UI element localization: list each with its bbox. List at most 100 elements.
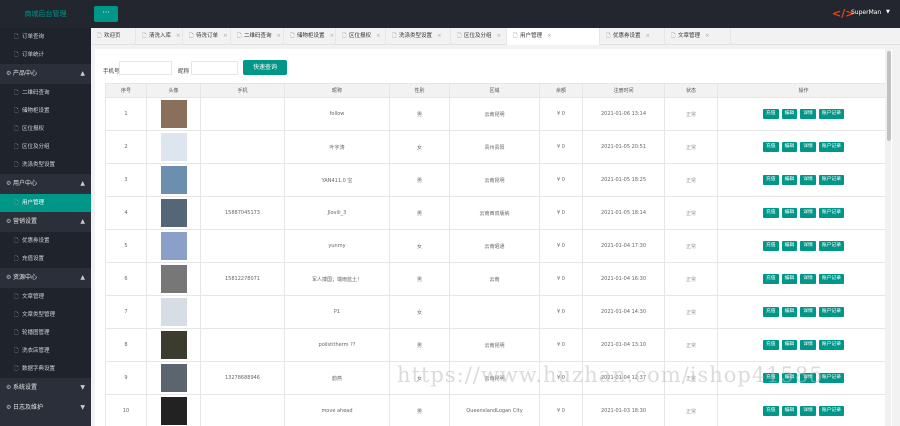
sidebar-group[interactable]: ⚙ 日志及维护 ▼ (0, 398, 91, 418)
account-record-button[interactable]: 账户记录 (818, 340, 845, 350)
sidebar-item[interactable]: 🗋 洗衣店管理 (0, 342, 91, 360)
detail-button[interactable]: 详情 (800, 241, 816, 251)
tab-item[interactable]: 🗋 欢迎页 (91, 28, 136, 45)
detail-button[interactable]: 详情 (800, 142, 816, 152)
sidebar-item[interactable]: 🗋 区位及分组 (0, 138, 91, 156)
tab-item[interactable]: 🗋 清洗入库 × (136, 28, 183, 45)
tab-item[interactable]: 🗋 区位报权 × (336, 28, 386, 45)
edit-button[interactable]: 编辑 (781, 109, 798, 119)
page-icon: 🗋 (671, 33, 676, 39)
recharge-button[interactable]: 充值 (762, 241, 779, 251)
account-record-button[interactable]: 账户记录 (818, 307, 845, 317)
recharge-button[interactable]: 充值 (762, 406, 779, 416)
account-record-button[interactable]: 账户记录 (818, 274, 845, 284)
detail-button[interactable]: 详情 (800, 109, 816, 119)
sidebar-item[interactable]: 🗋 二维码查询 (0, 84, 91, 102)
sidebar-item[interactable]: 🗋 用户管理 (0, 194, 91, 212)
caret-down-icon[interactable]: ▼ (886, 9, 890, 15)
close-icon[interactable]: × (547, 33, 552, 39)
detail-button[interactable]: 详情 (800, 307, 816, 317)
tab-item[interactable]: 🗋 文章管理 × (665, 28, 731, 45)
recharge-button[interactable]: 充值 (762, 307, 779, 317)
search-button[interactable]: 快速查询 (243, 60, 287, 75)
detail-button[interactable]: 详情 (800, 208, 816, 218)
phone-input[interactable] (119, 61, 172, 75)
cell-index: 8 (105, 328, 147, 362)
edit-button[interactable]: 编辑 (781, 406, 798, 416)
sidebar-item[interactable]: 🗋 优惠券设置 (0, 232, 91, 250)
recharge-button[interactable]: 充值 (762, 340, 779, 350)
edit-button[interactable]: 编辑 (781, 241, 798, 251)
close-icon[interactable]: × (330, 33, 335, 39)
sidebar-item[interactable]: 🗋 数据字典设置 (0, 360, 91, 378)
recharge-button[interactable]: 充值 (762, 109, 779, 119)
edit-button[interactable]: 编辑 (781, 274, 798, 284)
sidebar-group-label: 日志及维护 (13, 404, 44, 411)
edit-button[interactable]: 编辑 (781, 175, 798, 185)
account-record-button[interactable]: 账户记录 (818, 142, 845, 152)
tab-item[interactable]: 🗋 待洗订单 × (183, 28, 231, 45)
recharge-button[interactable]: 充值 (762, 142, 779, 152)
sidebar-item[interactable]: 🗋 充值设置 (0, 250, 91, 268)
edit-button[interactable]: 编辑 (781, 340, 798, 350)
close-icon[interactable]: × (705, 33, 710, 39)
close-icon[interactable]: × (176, 33, 181, 39)
recharge-button[interactable]: 充值 (762, 175, 779, 185)
sidebar-item[interactable]: 🗋 文章管理 (0, 288, 91, 306)
sidebar-group[interactable]: ⚙ 产品中心 ▲ (0, 64, 91, 84)
user-menu[interactable]: SuperMan (851, 9, 881, 16)
sidebar-item[interactable]: 🗋 订单查询 (0, 28, 91, 46)
cell-balance: ¥ 0 (539, 262, 583, 296)
tab-item[interactable]: 🗋 储物柜设置 × (284, 28, 336, 45)
scroll-thumb[interactable] (887, 51, 891, 141)
sidebar-item[interactable]: 🗋 轮播图管理 (0, 324, 91, 342)
edit-button[interactable]: 编辑 (781, 208, 798, 218)
account-record-button[interactable]: 账户记录 (818, 109, 845, 119)
file-icon: 🗋 (14, 90, 19, 96)
detail-button[interactable]: 详情 (800, 274, 816, 284)
sidebar-item[interactable]: 🗋 储物柜设置 (0, 102, 91, 120)
cell-index: 3 (105, 163, 147, 197)
action-group: 充值 编辑 详情 账户记录 (762, 340, 845, 350)
sidebar-item[interactable]: 🗋 洗涤类型设置 (0, 156, 91, 174)
edit-button[interactable]: 编辑 (781, 142, 798, 152)
account-record-button[interactable]: 账户记录 (818, 406, 845, 416)
sidebar-item[interactable]: 🗋 订单统计 (0, 46, 91, 64)
tab-item[interactable]: 🗋 用户管理 × (507, 28, 600, 45)
sidebar-group[interactable]: ⚙ 系统设置 ▼ (0, 378, 91, 398)
edit-button[interactable]: 编辑 (781, 307, 798, 317)
sidebar-group[interactable]: ⚙ 用户中心 ▲ (0, 174, 91, 194)
detail-button[interactable]: 详情 (800, 340, 816, 350)
recharge-button[interactable]: 充值 (762, 274, 779, 284)
tab-item[interactable]: 🗋 洗涤类型设置 × (386, 28, 451, 45)
close-icon[interactable]: × (437, 33, 442, 39)
close-icon[interactable]: × (646, 33, 651, 39)
sidebar-item[interactable]: 🗋 文章类型管理 (0, 306, 91, 324)
tab-item[interactable]: 🗋 区位及分组 × (451, 28, 507, 45)
page-icon: 🗋 (457, 33, 462, 39)
detail-button[interactable]: 详情 (800, 406, 816, 416)
status-badge: 正常 (664, 130, 718, 164)
account-record-button[interactable]: 账户记录 (818, 208, 845, 218)
nickname-input[interactable] (191, 61, 238, 75)
cell-register-time: 2021-01-05 18:25 (582, 163, 665, 197)
cell-gender: 男 (389, 394, 450, 426)
tab-item[interactable]: 🗋 优惠券设置 × (600, 28, 665, 45)
sidebar-group[interactable]: ⚙ 营销设置 ▲ (0, 212, 91, 232)
close-icon[interactable]: × (223, 33, 228, 39)
status-badge: 正常 (664, 196, 718, 230)
account-record-button[interactable]: 账户记录 (818, 241, 845, 251)
account-record-button[interactable]: 账户记录 (818, 175, 845, 185)
tab-item[interactable]: 🗋 二维码查询 × (231, 28, 284, 45)
close-icon[interactable]: × (277, 33, 282, 39)
detail-button[interactable]: 详情 (800, 175, 816, 185)
file-icon: 🗋 (14, 256, 19, 262)
group-icon: ⚙ (6, 404, 12, 411)
cell-phone (200, 295, 285, 329)
close-icon[interactable]: × (497, 33, 502, 39)
menu-toggle-button[interactable]: ··· (94, 6, 118, 22)
sidebar-item[interactable]: 🗋 区位报权 (0, 120, 91, 138)
sidebar-group[interactable]: ⚙ 资源中心 ▲ (0, 268, 91, 288)
recharge-button[interactable]: 充值 (762, 208, 779, 218)
close-icon[interactable]: × (376, 33, 381, 39)
